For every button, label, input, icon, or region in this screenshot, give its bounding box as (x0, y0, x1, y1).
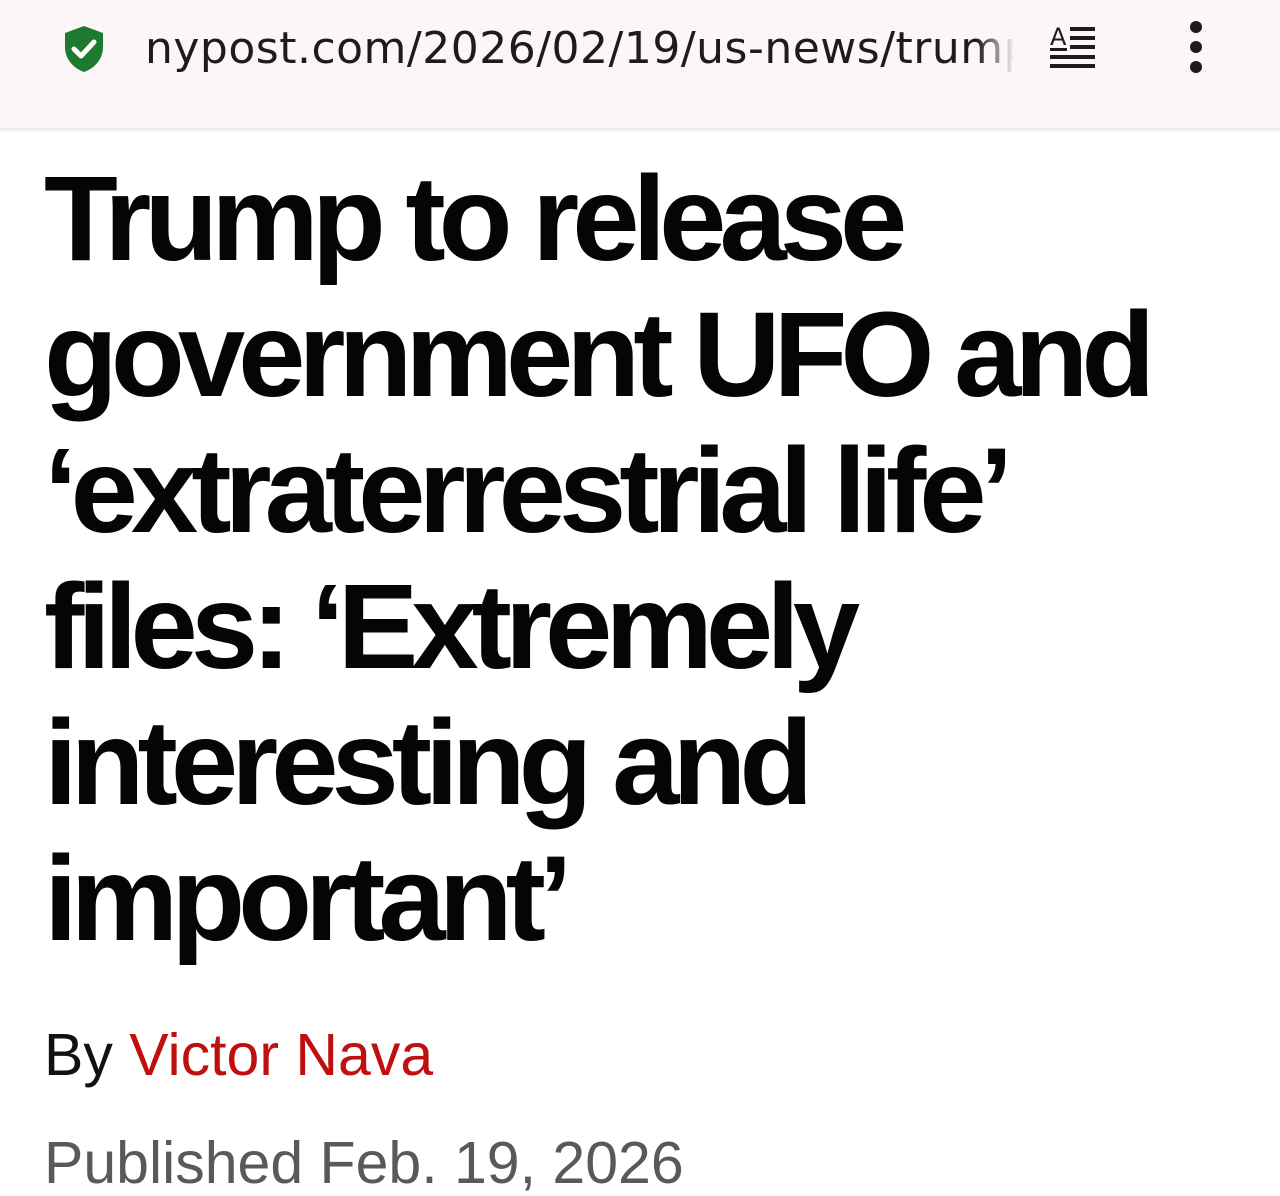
byline-prefix: By (44, 1022, 113, 1088)
headline-line: files: ‘Extremely (44, 558, 860, 694)
more-vert-icon[interactable] (1176, 20, 1216, 76)
headline-line: Trump to release (44, 150, 907, 286)
shield-check-icon[interactable] (61, 24, 107, 74)
headline-line: important’ (44, 830, 573, 966)
url-field[interactable]: nypost.com/2026/02/19/us-news/trump-to-r… (145, 18, 1015, 80)
byline: By Victor Nava (44, 1022, 433, 1088)
headline-line: ‘extraterrestrial life’ (44, 422, 1013, 558)
svg-text:A: A (1050, 23, 1067, 51)
browser-address-bar: nypost.com/2026/02/19/us-news/trump-to-r… (0, 0, 1280, 129)
headline-line: interesting and (44, 694, 813, 830)
reader-mode-icon[interactable]: A (1046, 22, 1104, 72)
author-link[interactable]: Victor Nava (129, 1022, 433, 1088)
headline-line: government UFO and (44, 286, 1155, 422)
published-date: Published Feb. 19, 2026 (44, 1130, 684, 1196)
article-headline: Trump to release government UFO and ‘ext… (44, 150, 1274, 966)
